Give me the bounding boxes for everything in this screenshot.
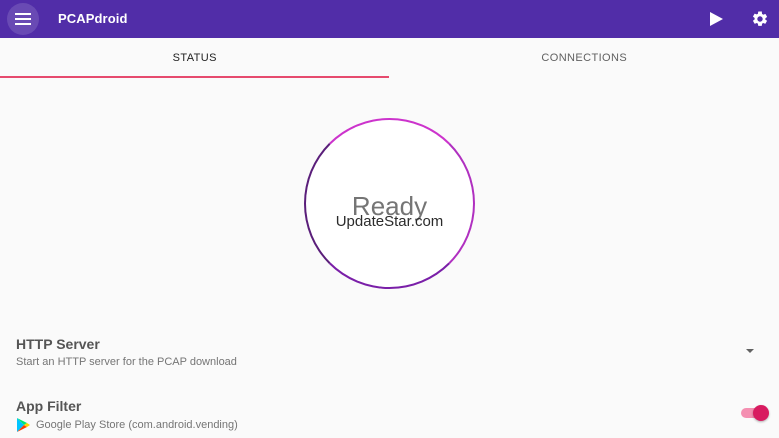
app-root: PCAPdroid STATUS CONNECTIONS Ready Updat…	[0, 0, 779, 438]
tab-connections-label: CONNECTIONS	[541, 52, 628, 64]
tab-connections[interactable]: CONNECTIONS	[390, 38, 779, 78]
app-filter-toggle[interactable]	[741, 405, 769, 421]
tab-status[interactable]: STATUS	[0, 38, 390, 78]
http-server-summary: Start an HTTP server for the PCAP downlo…	[16, 356, 237, 368]
play-store-icon	[17, 418, 30, 432]
http-server-title: HTTP Server	[16, 336, 100, 352]
http-server-pref[interactable]: HTTP Server Start an HTTP server for the…	[16, 336, 766, 368]
watermark: UpdateStar.com	[335, 213, 444, 230]
hamburger-icon	[15, 13, 31, 25]
app-title: PCAPdroid	[58, 11, 128, 26]
app-bar: PCAPdroid	[0, 0, 779, 38]
capture-status-button[interactable]: Ready UpdateStar.com	[304, 118, 475, 289]
toggle-thumb	[753, 405, 769, 421]
start-capture-button[interactable]	[705, 8, 727, 30]
settings-button[interactable]	[749, 8, 771, 30]
gear-icon	[752, 11, 768, 26]
app-filter-summary-row: Google Play Store (com.android.vending)	[16, 418, 766, 432]
play-icon	[710, 12, 723, 26]
app-filter-title: App Filter	[16, 398, 82, 414]
tab-status-label: STATUS	[172, 52, 217, 64]
dropdown-arrow-icon[interactable]	[746, 349, 754, 353]
menu-button[interactable]	[7, 3, 39, 35]
tab-indicator	[0, 76, 389, 78]
tab-bar: STATUS CONNECTIONS	[0, 38, 779, 78]
app-filter-pref[interactable]: App Filter Google Play Store (com.androi…	[16, 398, 766, 432]
app-filter-summary: Google Play Store (com.android.vending)	[36, 419, 238, 431]
